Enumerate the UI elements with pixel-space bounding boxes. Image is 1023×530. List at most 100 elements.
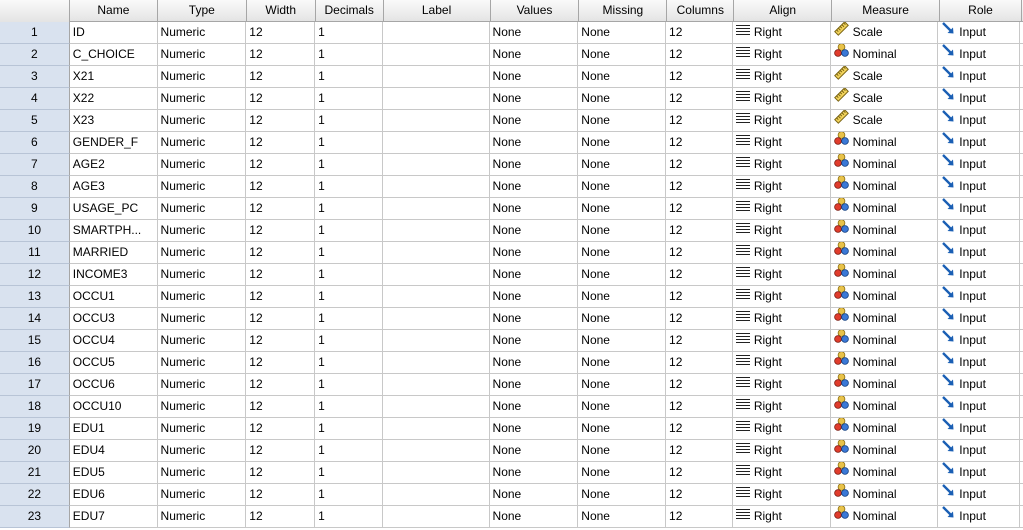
cell-role[interactable]: Input	[938, 374, 1021, 396]
cell-role[interactable]: Input	[938, 66, 1021, 88]
cell-type[interactable]: Numeric	[157, 308, 247, 330]
cell-label[interactable]	[382, 418, 490, 440]
cell-role[interactable]: Input	[938, 418, 1021, 440]
cell-label[interactable]	[382, 220, 490, 242]
cell-columns[interactable]: 12	[666, 22, 733, 44]
cell-columns[interactable]: 12	[666, 396, 733, 418]
cell-measure[interactable]: Nominal	[830, 198, 939, 220]
cell-missing[interactable]: None	[578, 220, 667, 242]
cell-missing[interactable]: None	[578, 440, 667, 462]
cell-align[interactable]: Right	[732, 286, 831, 308]
cell-type[interactable]: Numeric	[157, 484, 247, 506]
cell-values[interactable]: None	[489, 352, 579, 374]
row-number[interactable]: 23	[0, 506, 70, 528]
cell-name[interactable]: GENDER_F	[69, 132, 158, 154]
cell-missing[interactable]: None	[578, 330, 667, 352]
cell-measure[interactable]: Nominal	[830, 132, 939, 154]
cell-columns[interactable]: 12	[666, 330, 733, 352]
cell-missing[interactable]: None	[578, 242, 667, 264]
cell-label[interactable]	[382, 352, 490, 374]
cell-columns[interactable]: 12	[666, 242, 733, 264]
cell-measure[interactable]: Nominal	[830, 418, 939, 440]
cell-missing[interactable]: None	[578, 506, 667, 528]
cell-type[interactable]: Numeric	[157, 110, 247, 132]
cell-name[interactable]: SMARTPH...	[69, 220, 158, 242]
cell-columns[interactable]: 12	[666, 44, 733, 66]
cell-width[interactable]: 12	[246, 88, 316, 110]
cell-align[interactable]: Right	[732, 242, 831, 264]
cell-align[interactable]: Right	[732, 44, 831, 66]
row-number[interactable]: 22	[0, 484, 70, 506]
cell-name[interactable]: ID	[69, 22, 158, 44]
cell-measure[interactable]: Scale	[830, 22, 939, 44]
cell-align[interactable]: Right	[732, 308, 831, 330]
cell-type[interactable]: Numeric	[157, 220, 247, 242]
cell-type[interactable]: Numeric	[157, 418, 247, 440]
cell-width[interactable]: 12	[246, 462, 316, 484]
cell-type[interactable]: Numeric	[157, 396, 247, 418]
cell-name[interactable]: EDU5	[69, 462, 158, 484]
cell-missing[interactable]: None	[578, 22, 667, 44]
cell-columns[interactable]: 12	[666, 88, 733, 110]
cell-type[interactable]: Numeric	[157, 462, 247, 484]
cell-measure[interactable]: Nominal	[830, 396, 939, 418]
cell-values[interactable]: None	[489, 242, 579, 264]
cell-columns[interactable]: 12	[666, 220, 733, 242]
cell-role[interactable]: Input	[938, 440, 1021, 462]
cell-values[interactable]: None	[489, 44, 579, 66]
cell-width[interactable]: 12	[246, 330, 316, 352]
cell-values[interactable]: None	[489, 484, 579, 506]
cell-width[interactable]: 12	[246, 352, 316, 374]
cell-columns[interactable]: 12	[666, 484, 733, 506]
cell-type[interactable]: Numeric	[157, 506, 247, 528]
cell-type[interactable]: Numeric	[157, 264, 247, 286]
cell-decimals[interactable]: 1	[315, 242, 383, 264]
cell-width[interactable]: 12	[246, 198, 316, 220]
row-number[interactable]: 14	[0, 308, 70, 330]
cell-label[interactable]	[382, 242, 490, 264]
cell-name[interactable]: INCOME3	[69, 264, 158, 286]
cell-name[interactable]: AGE3	[69, 176, 158, 198]
cell-align[interactable]: Right	[732, 264, 831, 286]
cell-measure[interactable]: Scale	[830, 66, 939, 88]
cell-decimals[interactable]: 1	[315, 330, 383, 352]
row-number[interactable]: 16	[0, 352, 70, 374]
cell-role[interactable]: Input	[938, 396, 1021, 418]
cell-label[interactable]	[382, 44, 490, 66]
cell-name[interactable]: EDU6	[69, 484, 158, 506]
cell-measure[interactable]: Nominal	[830, 374, 939, 396]
cell-label[interactable]	[382, 176, 490, 198]
cell-name[interactable]: AGE2	[69, 154, 158, 176]
cell-columns[interactable]: 12	[666, 286, 733, 308]
cell-decimals[interactable]: 1	[315, 484, 383, 506]
cell-missing[interactable]: None	[578, 154, 667, 176]
cell-width[interactable]: 12	[246, 484, 316, 506]
cell-values[interactable]: None	[489, 198, 579, 220]
cell-name[interactable]: OCCU3	[69, 308, 158, 330]
cell-role[interactable]: Input	[938, 352, 1021, 374]
cell-type[interactable]: Numeric	[157, 176, 247, 198]
cell-measure[interactable]: Nominal	[830, 308, 939, 330]
cell-role[interactable]: Input	[938, 264, 1021, 286]
cell-type[interactable]: Numeric	[157, 154, 247, 176]
cell-columns[interactable]: 12	[666, 418, 733, 440]
row-number[interactable]: 9	[0, 198, 70, 220]
cell-role[interactable]: Input	[938, 462, 1021, 484]
cell-missing[interactable]: None	[578, 396, 667, 418]
cell-label[interactable]	[382, 396, 490, 418]
cell-width[interactable]: 12	[246, 22, 316, 44]
cell-role[interactable]: Input	[938, 110, 1021, 132]
cell-type[interactable]: Numeric	[157, 374, 247, 396]
cell-decimals[interactable]: 1	[315, 352, 383, 374]
cell-align[interactable]: Right	[732, 220, 831, 242]
cell-name[interactable]: USAGE_PC	[69, 198, 158, 220]
row-number[interactable]: 8	[0, 176, 70, 198]
cell-role[interactable]: Input	[938, 242, 1021, 264]
cell-align[interactable]: Right	[732, 110, 831, 132]
column-header-name[interactable]: Name	[70, 0, 158, 22]
cell-values[interactable]: None	[489, 66, 579, 88]
cell-missing[interactable]: None	[578, 308, 667, 330]
cell-type[interactable]: Numeric	[157, 330, 247, 352]
cell-align[interactable]: Right	[732, 198, 831, 220]
cell-decimals[interactable]: 1	[315, 22, 383, 44]
